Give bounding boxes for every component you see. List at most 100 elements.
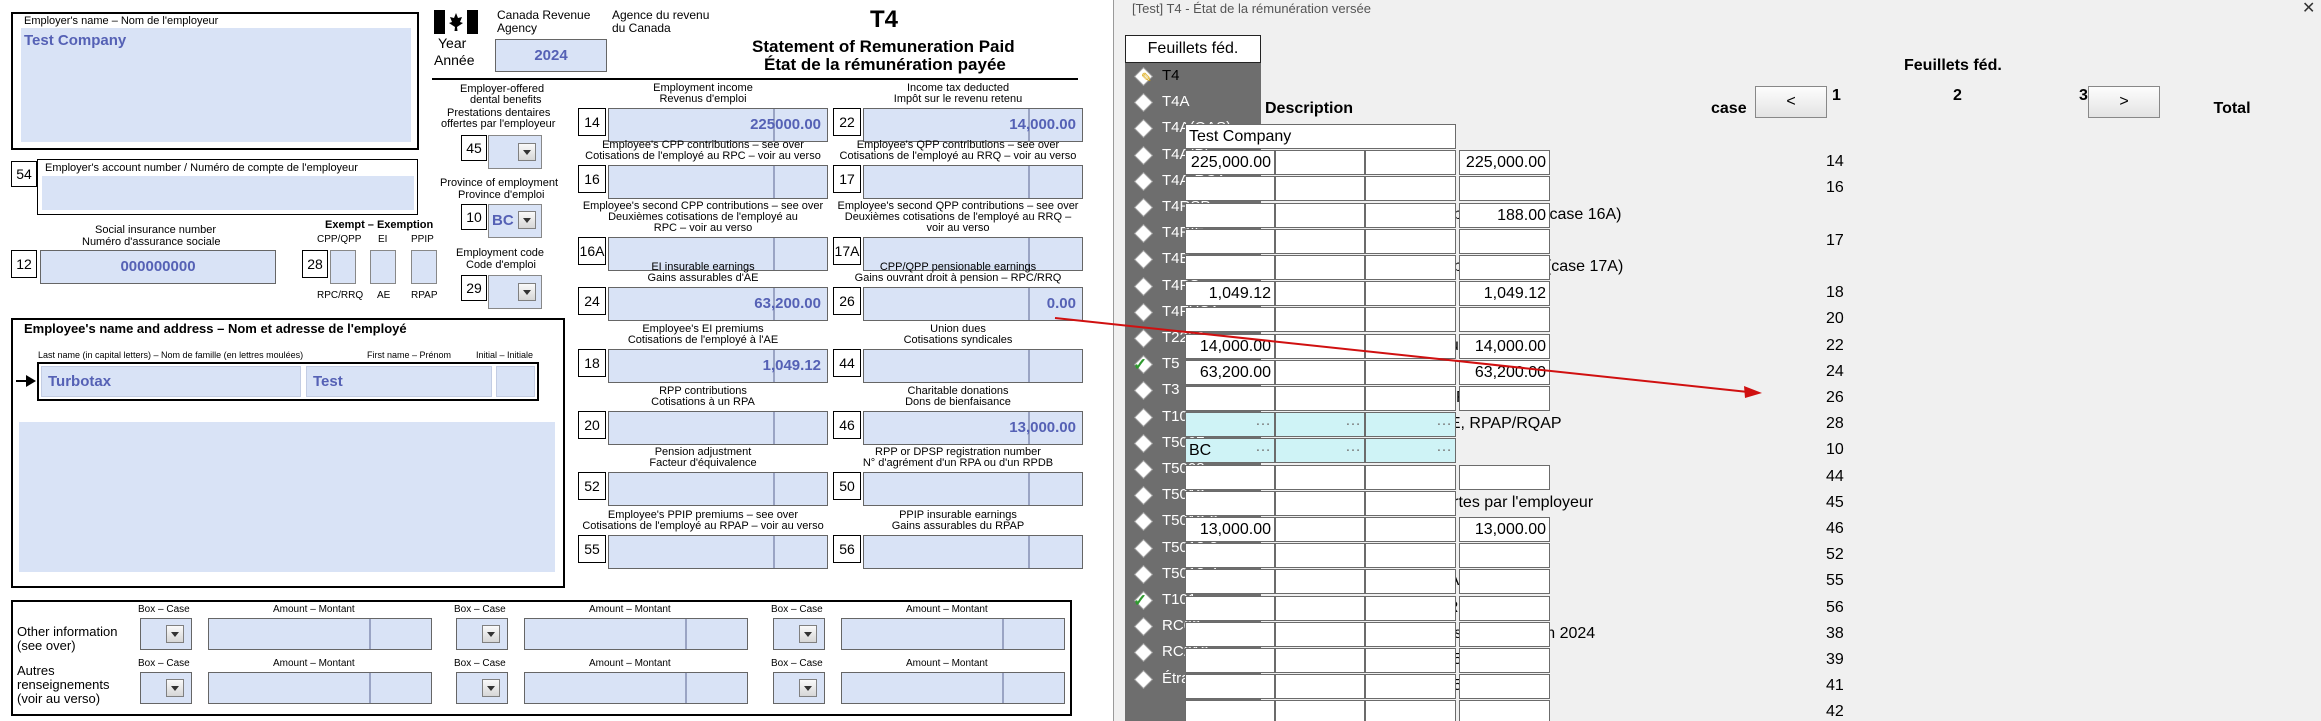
box-field[interactable]: 0.00 — [863, 287, 1083, 321]
slip-cell-1[interactable] — [1185, 595, 1275, 621]
total-cell[interactable]: 13,000.00 — [1459, 517, 1550, 542]
box-field[interactable] — [863, 472, 1083, 506]
total-cell[interactable]: 188.00 — [1459, 202, 1550, 228]
dental-dropdown-icon[interactable] — [518, 143, 536, 161]
box-field[interactable] — [608, 472, 828, 506]
first-name-field[interactable]: Test — [306, 366, 492, 397]
box-field[interactable] — [863, 349, 1083, 383]
total-cell[interactable] — [1459, 595, 1550, 621]
slip-cell-3[interactable] — [1365, 700, 1456, 721]
slip-cell-1[interactable]: 13,000.00 — [1185, 517, 1275, 542]
slip-cell-1[interactable] — [1185, 648, 1275, 673]
slip-cell-2[interactable] — [1275, 255, 1365, 280]
slip-cell-3[interactable] — [1365, 281, 1456, 307]
tab-t4a[interactable]: T4A — [1125, 89, 1261, 115]
slip-cell-3[interactable] — [1365, 386, 1456, 411]
slip-cell-1[interactable] — [1185, 569, 1275, 595]
slip-cell-2[interactable] — [1275, 228, 1365, 254]
slip-cell-3[interactable] — [1365, 621, 1456, 647]
other-amount-field[interactable] — [208, 618, 432, 650]
slip-cell-1[interactable]: 63,200.00 — [1185, 359, 1275, 385]
slip-cell-1[interactable] — [1185, 543, 1275, 569]
slip-cell-3[interactable] — [1365, 674, 1456, 700]
other-box-dropdown-icon[interactable] — [482, 679, 500, 697]
other-box-dropdown-icon[interactable] — [799, 679, 817, 697]
slip-cell-1[interactable]: 1,049.12 — [1185, 281, 1275, 307]
slip-cell-2[interactable] — [1275, 464, 1365, 490]
total-cell[interactable] — [1459, 543, 1550, 569]
notes-field[interactable]: Test Company — [1185, 124, 1456, 149]
address-field[interactable] — [19, 422, 555, 572]
slip-cell-3[interactable]: … — [1365, 438, 1456, 464]
other-box-dropdown-icon[interactable] — [166, 625, 184, 643]
other-amount-field[interactable] — [208, 672, 432, 704]
other-amount-field[interactable] — [524, 618, 748, 650]
exempt-ei-checkbox[interactable] — [370, 250, 396, 284]
next-button[interactable]: > — [2088, 86, 2160, 118]
slip-cell-1[interactable]: BC… — [1185, 438, 1275, 464]
slip-cell-2[interactable] — [1275, 176, 1365, 202]
close-icon[interactable]: ✕ — [2302, 0, 2315, 18]
total-cell[interactable] — [1459, 176, 1550, 202]
slip-cell-1[interactable] — [1185, 307, 1275, 333]
prev-button[interactable]: < — [1755, 86, 1827, 118]
slip-cell-1[interactable]: 14,000.00 — [1185, 333, 1275, 359]
total-cell[interactable] — [1459, 386, 1550, 411]
slip-cell-1[interactable] — [1185, 386, 1275, 411]
slip-cell-2[interactable] — [1275, 490, 1365, 516]
box-field[interactable] — [863, 535, 1083, 569]
slip-cell-1[interactable] — [1185, 621, 1275, 647]
last-name-field[interactable]: Turbotax — [41, 366, 301, 397]
box-field[interactable]: 13,000.00 — [863, 411, 1083, 445]
box-field[interactable] — [608, 411, 828, 445]
sin-field[interactable]: 000000000 — [40, 250, 276, 284]
other-amount-field[interactable] — [841, 618, 1065, 650]
empcode-dropdown-icon[interactable] — [518, 283, 536, 301]
slip-cell-2[interactable] — [1275, 621, 1365, 647]
feuillets-button[interactable]: Feuillets féd. — [1125, 35, 1261, 63]
initial-field[interactable] — [496, 366, 535, 397]
slip-cell-3[interactable] — [1365, 202, 1456, 228]
total-cell[interactable] — [1459, 700, 1550, 721]
slip-cell-2[interactable] — [1275, 150, 1365, 176]
slip-cell-3[interactable] — [1365, 255, 1456, 280]
slip-cell-1[interactable] — [1185, 228, 1275, 254]
box-field[interactable]: 14,000.00 — [863, 108, 1083, 142]
slip-cell-3[interactable] — [1365, 359, 1456, 385]
total-cell[interactable]: 14,000.00 — [1459, 333, 1550, 359]
slip-cell-2[interactable] — [1275, 333, 1365, 359]
slip-cell-1[interactable] — [1185, 674, 1275, 700]
box-field[interactable] — [608, 535, 828, 569]
slip-cell-2[interactable]: … — [1275, 438, 1365, 464]
total-cell[interactable] — [1459, 674, 1550, 700]
slip-cell-1[interactable]: 225,000.00 — [1185, 150, 1275, 176]
box-field[interactable] — [863, 165, 1083, 199]
slip-cell-1[interactable] — [1185, 255, 1275, 280]
total-cell[interactable] — [1459, 648, 1550, 673]
slip-cell-2[interactable] — [1275, 386, 1365, 411]
slip-cell-3[interactable] — [1365, 543, 1456, 569]
slip-cell-2[interactable] — [1275, 359, 1365, 385]
total-cell[interactable] — [1459, 307, 1550, 333]
slip-cell-2[interactable] — [1275, 543, 1365, 569]
other-box-dropdown-icon[interactable] — [482, 625, 500, 643]
slip-cell-2[interactable] — [1275, 674, 1365, 700]
year-field[interactable]: 2024 — [495, 39, 607, 72]
slip-cell-2[interactable] — [1275, 517, 1365, 542]
slip-cell-3[interactable] — [1365, 307, 1456, 333]
box-field[interactable] — [608, 165, 828, 199]
exempt-ppip-checkbox[interactable] — [411, 250, 437, 284]
slip-cell-2[interactable] — [1275, 307, 1365, 333]
total-cell[interactable] — [1459, 228, 1550, 254]
slip-cell-3[interactable] — [1365, 648, 1456, 673]
slip-cell-3[interactable] — [1365, 333, 1456, 359]
total-cell[interactable] — [1459, 464, 1550, 490]
slip-cell-3[interactable] — [1365, 176, 1456, 202]
slip-cell-2[interactable] — [1275, 569, 1365, 595]
box-field[interactable]: 63,200.00 — [608, 287, 828, 321]
slip-cell-1[interactable] — [1185, 464, 1275, 490]
slip-cell-2[interactable] — [1275, 648, 1365, 673]
other-amount-field[interactable] — [524, 672, 748, 704]
other-box-dropdown-icon[interactable] — [799, 625, 817, 643]
tab-t4[interactable]: ✎ T4 — [1125, 63, 1261, 89]
